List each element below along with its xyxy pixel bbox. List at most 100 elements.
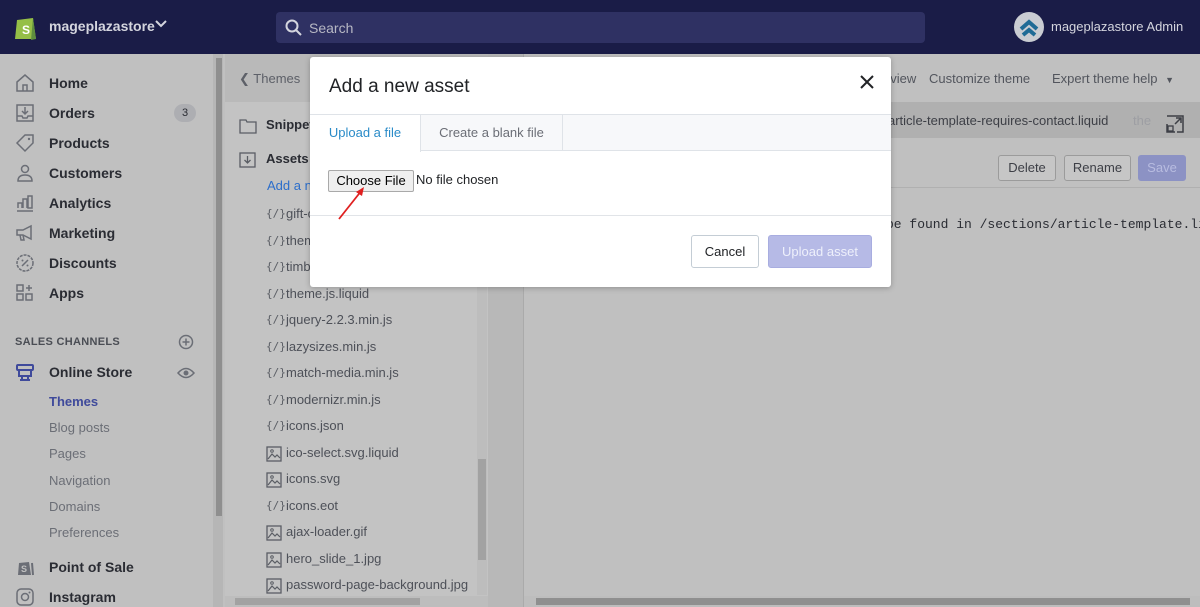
sidebar-item-instagram[interactable]: Instagram: [0, 584, 210, 607]
sidebar-item-apps[interactable]: Apps: [0, 280, 210, 308]
file-name: icons.svg: [286, 471, 341, 486]
editor-horizontal-scrollbar-thumb[interactable]: [536, 598, 1190, 605]
code-file-icon: {/}: [266, 419, 286, 432]
code-file-icon: {/}: [266, 233, 286, 247]
file-name: icons.eot: [286, 497, 339, 513]
sidebar-subitem-blog-posts[interactable]: Blog posts: [49, 420, 110, 435]
save-button[interactable]: Save: [1138, 155, 1186, 181]
tab-upload-file[interactable]: Upload a file: [310, 115, 421, 152]
file-name: ajax-loader.gif: [286, 524, 367, 539]
home-icon: [16, 74, 34, 92]
code-file-icon: {/}: [266, 498, 286, 512]
file-list-item[interactable]: hero_slide_1.jpg: [266, 549, 481, 571]
cancel-button[interactable]: Cancel: [691, 235, 759, 268]
folder-icon: [239, 119, 257, 134]
annotation-arrow-icon: [338, 187, 364, 220]
sidebar-subitem-navigation[interactable]: Navigation: [49, 473, 110, 488]
image-file-icon: [266, 445, 283, 462]
sidebar-item-orders[interactable]: Orders 3: [0, 100, 210, 128]
back-to-themes-link[interactable]: ❮ Themes: [239, 71, 300, 87]
file-name: jquery-2.2.3.min.js: [286, 312, 393, 327]
search-placeholder: Search: [309, 20, 354, 36]
store-name[interactable]: mageplazastore: [49, 18, 155, 34]
expand-icon[interactable]: [1165, 114, 1185, 134]
close-icon[interactable]: [858, 73, 876, 91]
file-name: hero_slide_1.jpg: [286, 550, 382, 566]
file-list-item[interactable]: {/} icons.eot: [266, 496, 481, 518]
svg-text:S: S: [21, 564, 27, 574]
sidebar-item-point-of-sale[interactable]: S Point of Sale: [0, 554, 210, 582]
pos-bag-icon: S: [18, 562, 34, 576]
orders-count-badge: 3: [174, 104, 196, 122]
file-list-item[interactable]: {/} icons.json: [266, 416, 481, 438]
sidebar-item-analytics[interactable]: Analytics: [0, 190, 210, 218]
sidebar-item-marketing[interactable]: Marketing: [0, 220, 210, 248]
file-status: No file chosen: [416, 172, 499, 187]
sidebar-item-customers[interactable]: Customers: [0, 160, 210, 188]
megaphone-icon: [16, 224, 32, 241]
top-bar: S mageplazastore Search mageplazastore A…: [0, 0, 1200, 54]
chevron-down-icon[interactable]: [154, 17, 168, 31]
code-file-icon: {/}: [266, 339, 286, 353]
file-name: lazysizes.min.js: [286, 338, 377, 354]
code-file-icon: {/}: [266, 313, 286, 326]
bar-chart-icon: [17, 195, 33, 212]
sidebar-subitem-themes[interactable]: Themes: [49, 394, 98, 409]
sidebar-scrollbar-thumb[interactable]: [216, 58, 222, 516]
file-name: match-media.min.js: [286, 365, 399, 380]
modal-tabs: Upload a file Create a blank file: [310, 114, 891, 152]
chevron-left-icon: ❮: [239, 71, 250, 86]
search-input[interactable]: Search: [276, 12, 925, 43]
sales-channels-title: SALES CHANNELS: [15, 336, 121, 348]
code-line: be found in /sections/article-template.l…: [886, 217, 1200, 232]
customize-theme-link[interactable]: Customize theme: [929, 71, 1030, 86]
file-list-item[interactable]: ico-select.svg.liquid: [266, 443, 481, 465]
store-icon: [16, 364, 34, 381]
eye-icon[interactable]: [177, 366, 195, 380]
add-asset-modal: Add a new asset Upload a file Create a b…: [310, 57, 891, 287]
open-file-tab-faded[interactable]: the: [1133, 113, 1151, 128]
file-list-item[interactable]: ajax-loader.gif: [266, 522, 481, 544]
add-sales-channel-icon[interactable]: [178, 334, 194, 350]
caret-down-icon: ▼: [1165, 75, 1175, 85]
file-list-item[interactable]: {/} modernizr.min.js: [266, 390, 481, 412]
code-file-icon: {/}: [266, 392, 286, 406]
file-name: password-page-background.jpg: [286, 577, 469, 592]
file-list-item[interactable]: {/} lazysizes.min.js: [266, 337, 481, 359]
admin-name[interactable]: mageplazastore Admin: [1051, 19, 1183, 34]
file-list-item[interactable]: {/} match-media.min.js: [266, 363, 481, 385]
sidebar-item-products[interactable]: Products: [0, 130, 210, 158]
sidebar-subitem-domains[interactable]: Domains: [49, 499, 100, 514]
upload-asset-button[interactable]: Upload asset: [768, 235, 872, 268]
image-file-icon: [266, 578, 283, 594]
discount-icon: [16, 254, 34, 272]
expert-theme-help-dropdown[interactable]: Expert theme help ▼: [1052, 71, 1174, 86]
sidebar-item-home[interactable]: Home: [0, 70, 210, 98]
delete-button[interactable]: Delete: [998, 155, 1056, 181]
sidebar-subitem-pages[interactable]: Pages: [49, 446, 86, 461]
image-file-icon: [266, 525, 283, 541]
user-avatar-icon[interactable]: [1014, 12, 1044, 42]
sidebar-subitem-preferences[interactable]: Preferences: [49, 525, 119, 540]
rename-button[interactable]: Rename: [1064, 155, 1131, 181]
image-file-icon: [266, 551, 283, 568]
apps-icon: [16, 284, 33, 301]
code-file-icon: {/}: [266, 366, 286, 379]
tag-icon: [15, 134, 34, 153]
image-file-icon: [266, 472, 283, 488]
instagram-icon: [16, 588, 34, 606]
file-list-item[interactable]: password-page-background.jpg: [266, 575, 481, 597]
code-file-icon: {/}: [266, 207, 286, 220]
open-file-tab[interactable]: article-template-requires-contact.liquid: [888, 113, 1108, 128]
sidebar-item-discounts[interactable]: Discounts: [0, 250, 210, 278]
file-name: ico-select.svg.liquid: [286, 444, 399, 460]
shopify-bag-icon[interactable]: S: [14, 13, 38, 41]
file-list-item[interactable]: {/} jquery-2.2.3.min.js: [266, 310, 481, 332]
tab-create-blank-file[interactable]: Create a blank file: [421, 115, 563, 151]
modal-divider: [310, 215, 891, 216]
files-vertical-scrollbar-thumb[interactable]: [478, 459, 486, 560]
search-icon: [285, 19, 302, 36]
file-name: modernizr.min.js: [286, 391, 381, 407]
file-list-item[interactable]: icons.svg: [266, 469, 481, 491]
files-horizontal-scrollbar-thumb[interactable]: [235, 598, 420, 605]
